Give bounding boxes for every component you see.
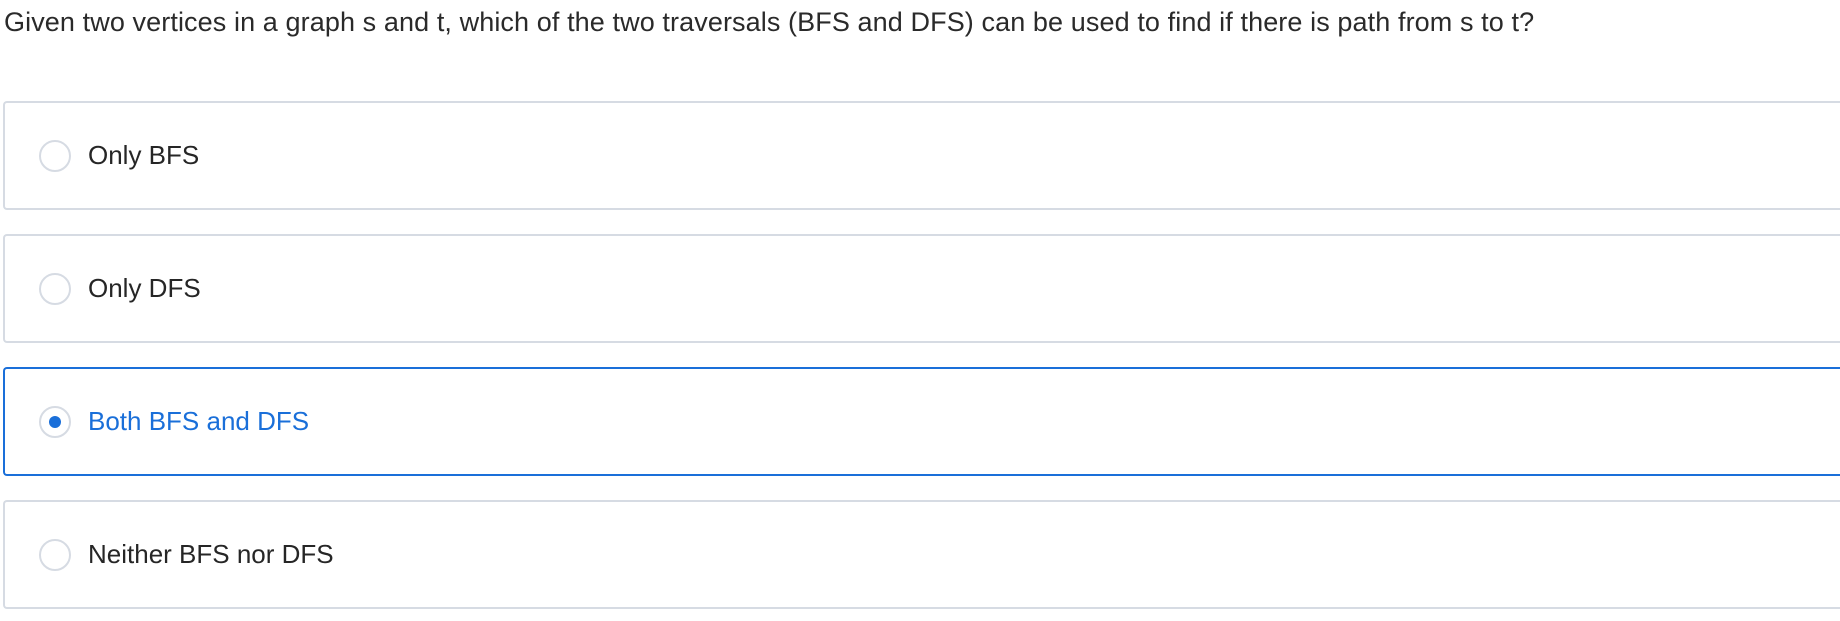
radio-button[interactable]	[39, 538, 71, 571]
question-text: Given two vertices in a graph s and t, w…	[4, 7, 1535, 37]
option-label: Neither BFS nor DFS	[88, 539, 334, 569]
option-only-bfs[interactable]: Only BFS	[3, 101, 1840, 210]
option-label: Both BFS and DFS	[88, 406, 310, 436]
answer-options: Only BFS Only DFS Both BFS and DFS Neith…	[3, 101, 1840, 609]
option-both-bfs-and-dfs[interactable]: Both BFS and DFS	[3, 367, 1840, 476]
option-label: Only DFS	[88, 273, 201, 303]
radio-dot-icon	[49, 415, 61, 428]
radio-button[interactable]	[39, 272, 71, 305]
radio-button-selected[interactable]	[39, 405, 71, 438]
option-label: Only BFS	[88, 140, 200, 170]
option-neither[interactable]: Neither BFS nor DFS	[3, 500, 1840, 609]
option-only-dfs[interactable]: Only DFS	[3, 234, 1840, 343]
radio-button[interactable]	[39, 139, 71, 172]
